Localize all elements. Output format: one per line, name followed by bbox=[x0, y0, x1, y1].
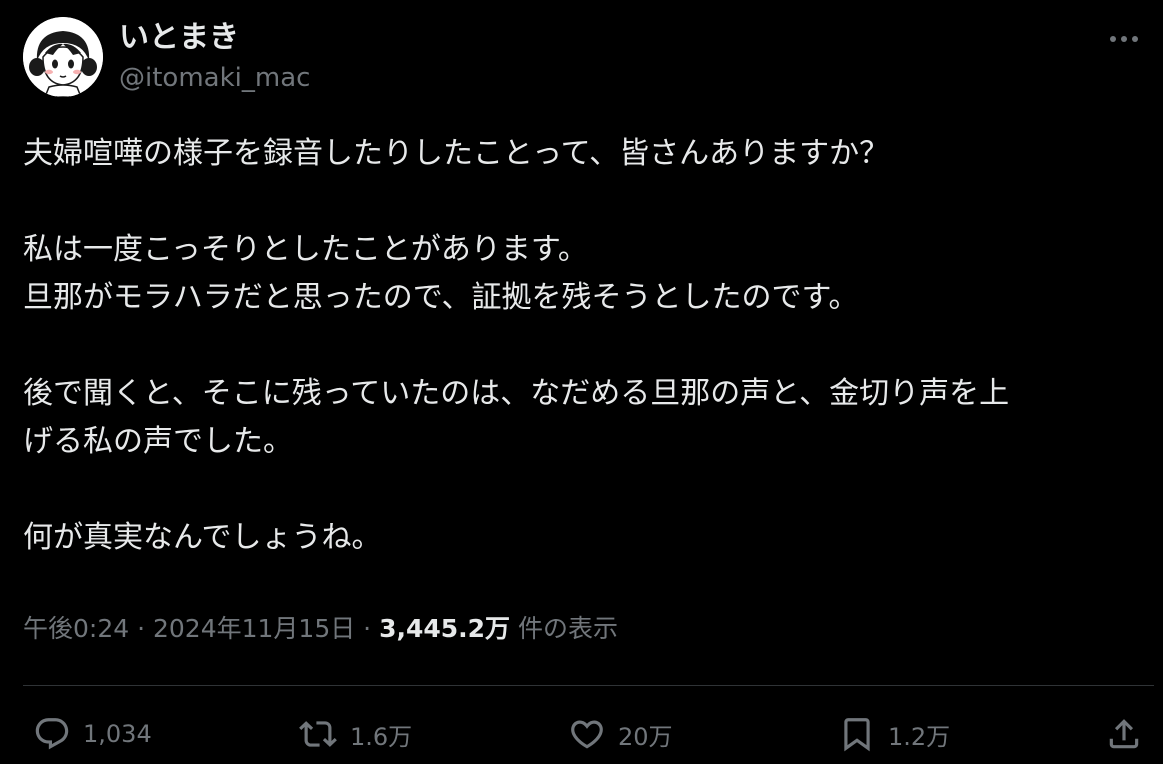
like-button[interactable]: 20万 bbox=[568, 707, 673, 761]
views-count[interactable]: 3,445.2万 bbox=[379, 614, 510, 643]
share-icon bbox=[1109, 719, 1139, 749]
tweet-date[interactable]: 2024年11月15日 bbox=[153, 614, 355, 643]
retweet-button[interactable]: 1.6万 bbox=[298, 707, 412, 761]
views-label: 件の表示 bbox=[510, 614, 619, 643]
tweet-line: 何が真実なんでしょうね。 bbox=[23, 520, 382, 555]
tweet-line: 旦那がモラハラだと思ったので、証拠を残そうとしたのです。 bbox=[23, 280, 859, 315]
more-horizontal-icon bbox=[1110, 36, 1138, 42]
like-count: 20万 bbox=[618, 722, 673, 751]
reply-count: 1,034 bbox=[83, 720, 152, 748]
meta-separator: · bbox=[355, 614, 380, 643]
action-bar: 1,034 1.6万 20万 1.2万 bbox=[23, 707, 1154, 761]
more-options-button[interactable] bbox=[1107, 22, 1141, 56]
tweet: いとまき @itomaki_mac 夫婦喧嘩の様子を録音したりしたことって、皆さ… bbox=[0, 0, 1163, 764]
tweet-line: 夫婦喧嘩の様子を録音したりしたことって、皆さんありますか？ bbox=[23, 136, 890, 171]
avatar[interactable] bbox=[23, 17, 103, 97]
tweet-time[interactable]: 午後0:24 bbox=[23, 614, 129, 643]
heart-icon bbox=[571, 720, 603, 749]
tweet-line: 後で聞くと、そこに残っていたのは、なだめる旦那の声と、金切り声を上 bbox=[23, 376, 1010, 411]
divider bbox=[23, 685, 1154, 686]
meta-separator: · bbox=[129, 614, 153, 643]
bookmark-count: 1.2万 bbox=[888, 722, 951, 751]
retweet-icon bbox=[299, 721, 337, 747]
tweet-line: 私は一度こっそりとしたことがあります。 bbox=[23, 232, 588, 267]
tweet-text: 夫婦喧嘩の様子を録音したりしたことって、皆さんありますか？ 私は一度こっそりとし… bbox=[23, 130, 1143, 562]
tweet-line: げる私の声でした。 bbox=[23, 424, 293, 459]
bookmark-icon bbox=[844, 718, 870, 752]
display-name[interactable]: いとまき bbox=[119, 18, 239, 58]
bookmark-button[interactable]: 1.2万 bbox=[838, 707, 950, 761]
retweet-count: 1.6万 bbox=[350, 722, 413, 751]
reply-icon bbox=[35, 718, 69, 750]
share-button[interactable] bbox=[1105, 707, 1143, 761]
reply-button[interactable]: 1,034 bbox=[33, 707, 152, 761]
tweet-meta: 午後0:24 · 2024年11月15日 · 3,445.2万 件の表示 bbox=[23, 610, 618, 648]
user-handle[interactable]: @itomaki_mac bbox=[119, 60, 310, 96]
